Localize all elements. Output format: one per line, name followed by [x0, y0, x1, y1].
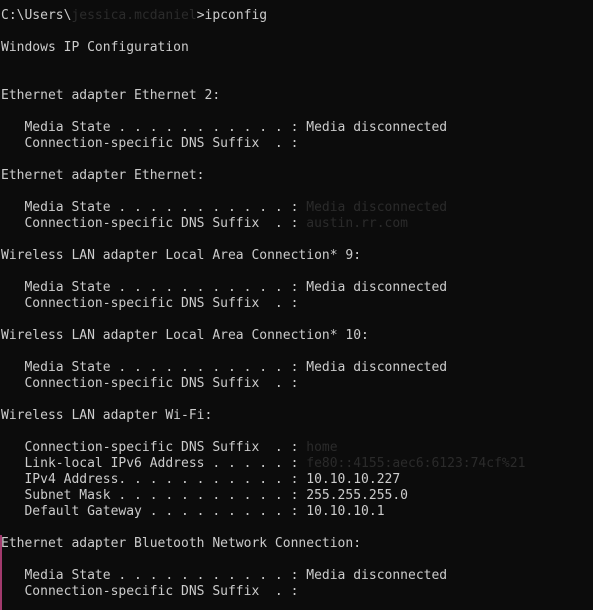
adapter-row: Connection-specific DNS Suffix . : — [0, 584, 593, 600]
adapter-row-label: Connection-specific DNS Suffix . : — [1, 440, 299, 455]
output-heading: Windows IP Configuration — [0, 40, 593, 56]
prompt-line: C:\Users\jessica.mcdaniel>ipconfig — [0, 8, 593, 24]
adapter-row: Default Gateway . . . . . . . . . : 10.1… — [0, 504, 593, 520]
adapter-row-label: Connection-specific DNS Suffix . : — [1, 376, 299, 391]
adapter-row-value: 255.255.255.0 — [298, 488, 408, 503]
adapter-row-label: Connection-specific DNS Suffix . : — [1, 584, 299, 599]
adapter-row-value: home — [298, 440, 338, 455]
adapter-row: Media State . . . . . . . . . . . : Medi… — [0, 280, 593, 296]
adapter-row: Connection-specific DNS Suffix . : home — [0, 440, 593, 456]
adapter-row-value: Media disconnected — [298, 200, 448, 215]
adapter-title: Ethernet adapter Ethernet: — [0, 168, 593, 184]
prompt-username: jessica.mcdaniel — [71, 8, 197, 23]
adapter-row-label: Media State . . . . . . . . . . . : — [1, 568, 299, 583]
adapter-title: Wireless LAN adapter Wi-Fi: — [0, 408, 593, 424]
adapter-row-value: fe80::4155:aec6:6123:74cf%21 — [298, 456, 526, 471]
adapter-row: Link-local IPv6 Address . . . . . : fe80… — [0, 456, 593, 472]
adapter-title: Ethernet adapter Ethernet 2: — [0, 88, 593, 104]
adapter-row-label: Connection-specific DNS Suffix . : — [1, 136, 299, 151]
scroll-position-marker[interactable] — [0, 535, 2, 610]
adapter-title: Ethernet adapter Bluetooth Network Conne… — [0, 536, 593, 552]
adapter-title-text: Wireless LAN adapter Local Area Connecti… — [1, 248, 362, 263]
adapter-title: Wireless LAN adapter Local Area Connecti… — [0, 328, 593, 344]
adapter-row-value: 10.10.10.1 — [298, 504, 385, 519]
adapter-row: Media State . . . . . . . . . . . : Medi… — [0, 120, 593, 136]
adapter-row-value: Media disconnected — [298, 568, 448, 583]
adapter-row-label: Media State . . . . . . . . . . . : — [1, 360, 299, 375]
adapter-row-label: Media State . . . . . . . . . . . : — [1, 120, 299, 135]
adapter-row: Connection-specific DNS Suffix . : austi… — [0, 216, 593, 232]
adapter-row: Connection-specific DNS Suffix . : — [0, 296, 593, 312]
adapter-row: IPv4 Address. . . . . . . . . . . : 10.1… — [0, 472, 593, 488]
adapter-title-text: Ethernet adapter Ethernet: — [1, 168, 205, 183]
adapter-row-value: 10.10.10.227 — [298, 472, 401, 487]
adapter-row-label: Media State . . . . . . . . . . . : — [1, 280, 299, 295]
adapter-row: Media State . . . . . . . . . . . : Medi… — [0, 568, 593, 584]
adapter-row: Connection-specific DNS Suffix . : — [0, 376, 593, 392]
adapter-row: Subnet Mask . . . . . . . . . . . : 255.… — [0, 488, 593, 504]
adapter-row-label: Connection-specific DNS Suffix . : — [1, 296, 299, 311]
adapter-row-value: Media disconnected — [298, 360, 448, 375]
adapter-title: Wireless LAN adapter Local Area Connecti… — [0, 248, 593, 264]
terminal-output: C:\Users\jessica.mcdaniel>ipconfig Window… — [0, 8, 593, 600]
adapter-title-text: Ethernet adapter Bluetooth Network Conne… — [1, 536, 362, 551]
prompt-separator: > — [196, 8, 205, 23]
adapter-row-label: IPv4 Address. . . . . . . . . . . : — [1, 472, 299, 487]
adapter-title-text: Wireless LAN adapter Local Area Connecti… — [1, 328, 369, 343]
adapter-row: Connection-specific DNS Suffix . : — [0, 136, 593, 152]
output-heading-text: Windows IP Configuration — [1, 40, 189, 55]
adapter-row-label: Connection-specific DNS Suffix . : — [1, 216, 299, 231]
terminal-window[interactable]: C:\Users\jessica.mcdaniel>ipconfig Window… — [0, 0, 593, 610]
prompt-command: ipconfig — [204, 8, 268, 23]
adapter-row-value: Media disconnected — [298, 120, 448, 135]
adapter-row-label: Media State . . . . . . . . . . . : — [1, 200, 299, 215]
adapter-title-text: Ethernet adapter Ethernet 2: — [1, 88, 221, 103]
adapter-row: Media State . . . . . . . . . . . : Medi… — [0, 200, 593, 216]
adapter-row-value: austin.rr.com — [298, 216, 408, 231]
adapter-row-label: Default Gateway . . . . . . . . . : — [1, 504, 299, 519]
adapter-row-value: Media disconnected — [298, 280, 448, 295]
adapter-row-label: Subnet Mask . . . . . . . . . . . : — [1, 488, 299, 503]
adapter-row: Media State . . . . . . . . . . . : Medi… — [0, 360, 593, 376]
prompt-path: C:\Users\ — [1, 8, 72, 23]
adapter-row-label: Link-local IPv6 Address . . . . . : — [1, 456, 299, 471]
adapter-title-text: Wireless LAN adapter Wi-Fi: — [1, 408, 213, 423]
